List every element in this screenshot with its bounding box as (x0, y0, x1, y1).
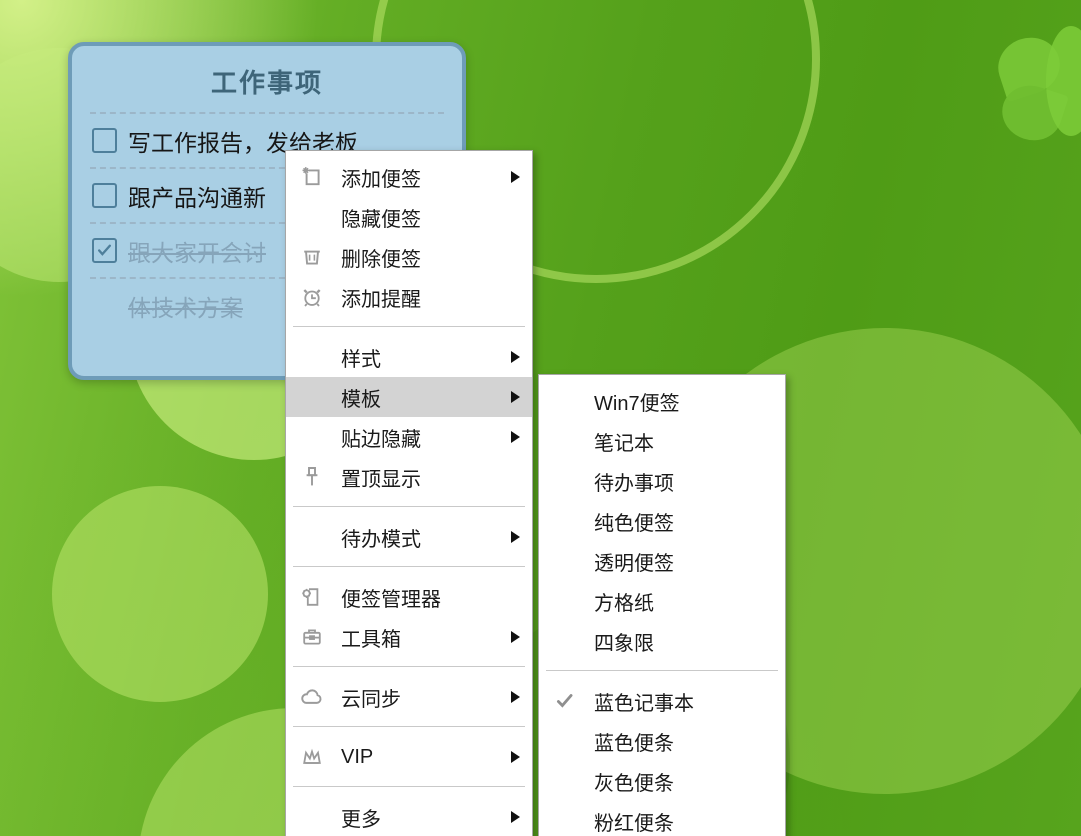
menu-item-edge-hide[interactable]: 贴边隐藏 (286, 417, 532, 457)
todo-checkbox[interactable] (92, 183, 117, 208)
menu-item-label: 蓝色便条 (594, 727, 674, 756)
note-title: 工作事项 (88, 58, 446, 112)
menu-separator (293, 666, 525, 667)
menu-item-template-gray-note[interactable]: 灰色便条 (539, 761, 785, 801)
menu-item-template-win7[interactable]: Win7便签 (539, 381, 785, 421)
menu-separator (293, 786, 525, 787)
menu-item-label: 添加提醒 (341, 283, 421, 312)
desktop-screen: 工作事项 写工作报告，发给老板跟产品沟通新跟大家开会讨体技术方案 添加便签隐藏便… (0, 0, 1081, 836)
pin-icon (299, 464, 325, 490)
cloud-icon (299, 684, 325, 710)
submenu-arrow-icon (511, 171, 520, 183)
todo-text[interactable]: 体技术方案 (128, 289, 243, 323)
menu-item-add-reminder[interactable]: 添加提醒 (286, 277, 532, 317)
menu-item-todo-mode[interactable]: 待办模式 (286, 517, 532, 557)
menu-separator (293, 726, 525, 727)
submenu-arrow-icon (511, 351, 520, 363)
trash-icon (299, 244, 325, 270)
crown-icon (299, 744, 325, 770)
submenu-arrow-icon (511, 391, 520, 403)
menu-separator (546, 670, 778, 671)
menu-item-template-todo-list[interactable]: 待办事项 (539, 461, 785, 501)
manager-icon (299, 584, 325, 610)
menu-item-label: 删除便签 (341, 243, 421, 272)
submenu-arrow-icon (511, 691, 520, 703)
context-menu: 添加便签隐藏便签删除便签添加提醒样式模板贴边隐藏置顶显示待办模式便签管理器工具箱… (285, 150, 533, 836)
alarm-icon (299, 284, 325, 310)
submenu-arrow-icon (511, 531, 520, 543)
menu-item-label: 贴边隐藏 (341, 423, 421, 452)
menu-item-label: 纯色便签 (594, 507, 674, 536)
menu-item-template-quadrants[interactable]: 四象限 (539, 621, 785, 661)
menu-item-cloud-sync[interactable]: 云同步 (286, 677, 532, 717)
menu-item-template-grid-paper[interactable]: 方格纸 (539, 581, 785, 621)
menu-item-style[interactable]: 样式 (286, 337, 532, 377)
menu-item-label: 笔记本 (594, 427, 654, 456)
menu-item-label: 隐藏便签 (341, 203, 421, 232)
menu-item-more[interactable]: 更多 (286, 797, 532, 836)
menu-item-label: 样式 (341, 343, 381, 372)
menu-item-add-note[interactable]: 添加便签 (286, 157, 532, 197)
menu-item-template[interactable]: 模板 (286, 377, 532, 417)
menu-item-label: 添加便签 (341, 163, 421, 192)
menu-separator (293, 506, 525, 507)
menu-item-template-transparent[interactable]: 透明便签 (539, 541, 785, 581)
menu-item-label: 便签管理器 (341, 583, 441, 612)
menu-item-template-notebook[interactable]: 笔记本 (539, 421, 785, 461)
submenu-arrow-icon (511, 811, 520, 823)
wallpaper-circle (52, 486, 268, 702)
menu-item-label: 待办事项 (594, 467, 674, 496)
menu-item-label: 透明便签 (594, 547, 674, 576)
menu-item-label: 灰色便条 (594, 767, 674, 796)
template-submenu: Win7便签笔记本待办事项纯色便签透明便签方格纸四象限蓝色记事本蓝色便条灰色便条… (538, 374, 786, 836)
menu-item-pin-on-top[interactable]: 置顶显示 (286, 457, 532, 497)
menu-separator (293, 566, 525, 567)
todo-checkbox[interactable] (92, 128, 117, 153)
menu-item-label: 待办模式 (341, 523, 421, 552)
menu-item-label: 四象限 (594, 627, 654, 656)
menu-item-label: Win7便签 (594, 387, 680, 416)
menu-item-template-blue-notebook[interactable]: 蓝色记事本 (539, 681, 785, 721)
menu-item-label: 云同步 (341, 683, 401, 712)
todo-text[interactable]: 跟大家开会讨 (128, 234, 266, 268)
menu-item-template-solid-color[interactable]: 纯色便签 (539, 501, 785, 541)
submenu-arrow-icon (511, 631, 520, 643)
menu-item-delete-note[interactable]: 删除便签 (286, 237, 532, 277)
todo-text[interactable]: 跟产品沟通新 (128, 179, 266, 213)
todo-checkbox-checked[interactable] (92, 238, 117, 263)
menu-item-label: 方格纸 (594, 587, 654, 616)
menu-item-label: 工具箱 (341, 623, 401, 652)
menu-item-template-blue-note[interactable]: 蓝色便条 (539, 721, 785, 761)
submenu-arrow-icon (511, 431, 520, 443)
menu-item-toolbox[interactable]: 工具箱 (286, 617, 532, 657)
check-icon (552, 688, 578, 714)
menu-item-label: 蓝色记事本 (594, 687, 694, 716)
menu-item-label: 置顶显示 (341, 463, 421, 492)
menu-item-label: 模板 (341, 383, 381, 412)
toolbox-icon (299, 624, 325, 650)
menu-item-template-pink-note[interactable]: 粉红便条 (539, 801, 785, 836)
menu-item-hide-note[interactable]: 隐藏便签 (286, 197, 532, 237)
menu-item-label: 更多 (341, 803, 381, 832)
menu-item-label: 粉红便条 (594, 807, 674, 836)
add-note-icon (299, 164, 325, 190)
submenu-arrow-icon (511, 751, 520, 763)
menu-item-label: VIP (341, 746, 373, 769)
menu-item-vip[interactable]: VIP (286, 737, 532, 777)
menu-item-note-manager[interactable]: 便签管理器 (286, 577, 532, 617)
menu-separator (293, 326, 525, 327)
